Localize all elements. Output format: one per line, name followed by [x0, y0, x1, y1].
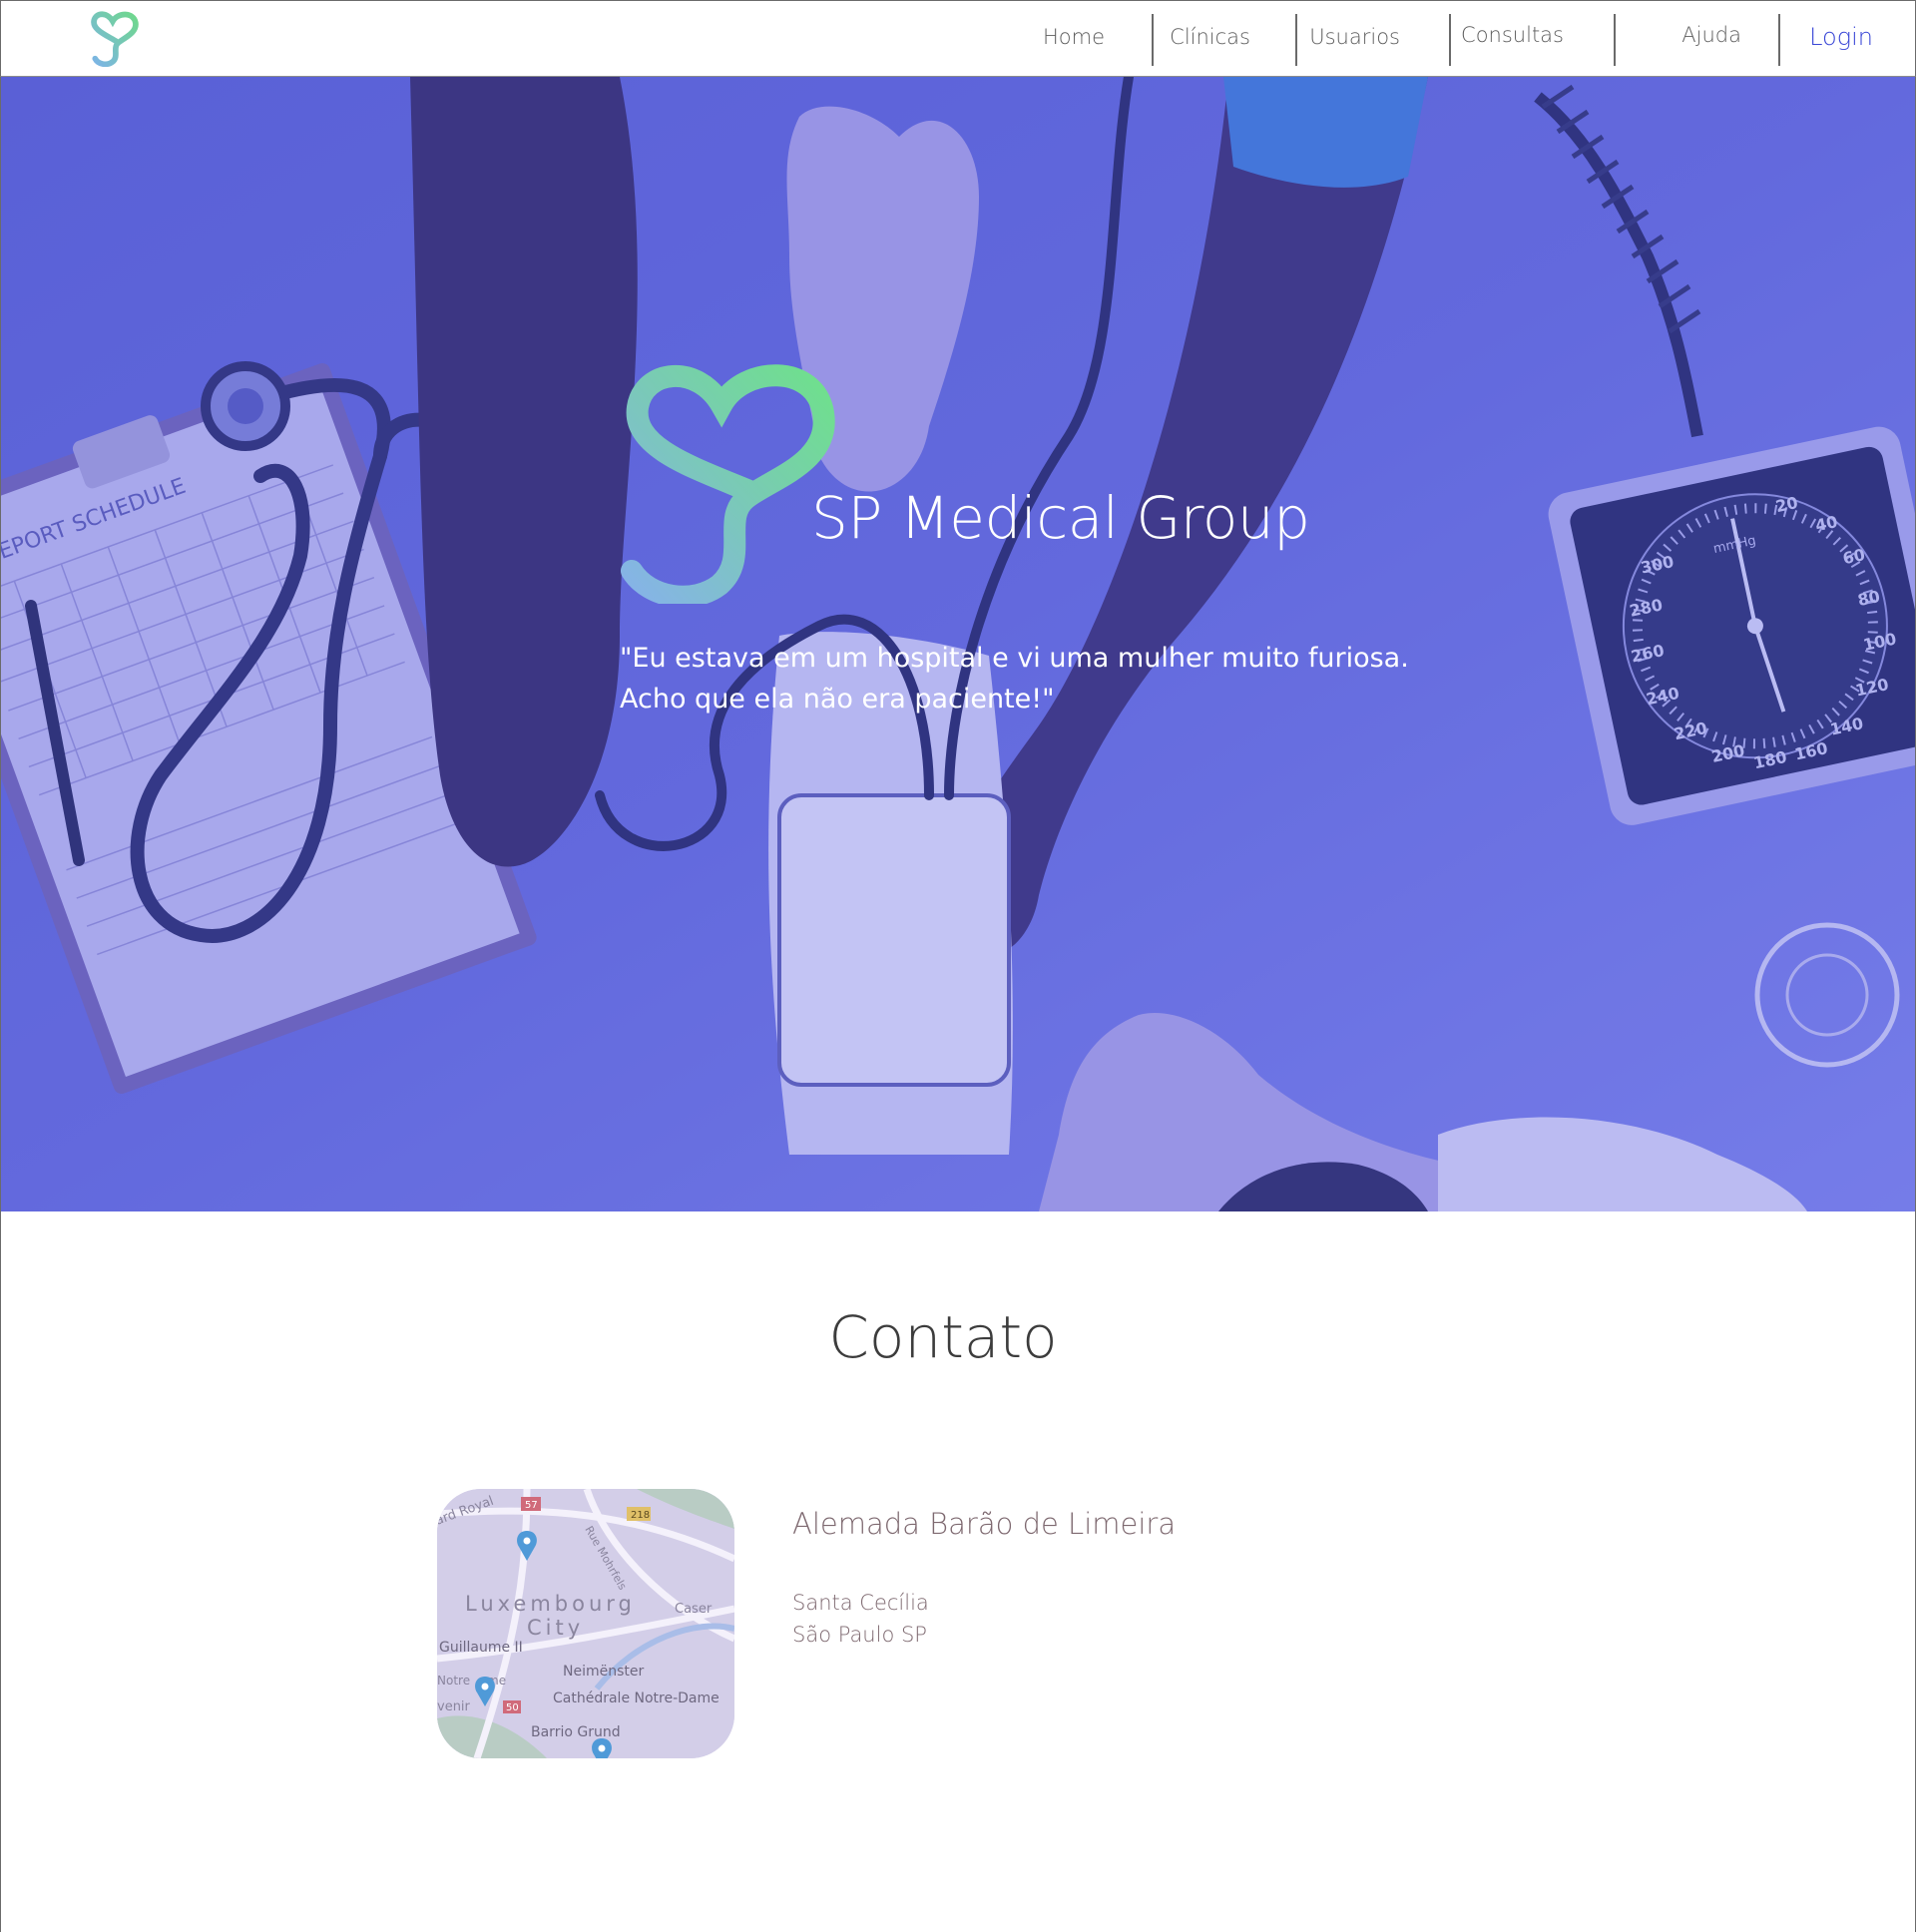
svg-text:Guillaume II: Guillaume II [439, 1640, 523, 1656]
contact-title: Contato [828, 1303, 1058, 1371]
svg-text:218: 218 [631, 1510, 650, 1521]
nav-divider [1614, 14, 1616, 66]
address-city: São Paulo SP [792, 1623, 927, 1647]
contact-section: Contato ard Royal 57 218 Rue Mohrfels Lu… [0, 1211, 1916, 1932]
hero-quote: "Eu estava em um hospital e vi uma mulhe… [620, 638, 1518, 720]
nav-clinicas[interactable]: Clínicas [1170, 25, 1250, 49]
sp-medical-hero-logo-icon [621, 364, 835, 604]
map-thumbnail[interactable]: ard Royal 57 218 Rue Mohrfels Luxembourg… [437, 1489, 734, 1758]
hero-quote-line: Acho que ela não era paciente!" [620, 684, 1055, 715]
hero-title: SP Medical Group [811, 484, 1310, 552]
hero-quote-line: "Eu estava em um hospital e vi uma mulhe… [620, 643, 1409, 674]
login-link[interactable]: Login [1809, 23, 1873, 51]
sp-medical-logo-icon[interactable] [89, 11, 141, 67]
svg-text:Notre: Notre [437, 1674, 470, 1688]
svg-text:57: 57 [525, 1500, 538, 1511]
hero-banner: Y REPORT SCHEDULE [0, 77, 1916, 1211]
nav-usuarios[interactable]: Usuarios [1309, 25, 1400, 49]
svg-text:Barrio Grund: Barrio Grund [531, 1724, 621, 1740]
nav-home[interactable]: Home [1043, 25, 1105, 49]
nav-divider [1449, 14, 1451, 66]
svg-text:Cathédrale Notre-Dame: Cathédrale Notre-Dame [553, 1690, 719, 1706]
address-street: Alemada Barão de Limeira [792, 1507, 1177, 1541]
top-navbar: Home Clínicas Usuarios Consultas Ajuda L… [0, 0, 1916, 77]
nav-ajuda[interactable]: Ajuda [1681, 23, 1741, 47]
svg-text:Neimënster: Neimënster [563, 1664, 644, 1680]
svg-text:50: 50 [506, 1702, 519, 1713]
nav-divider [1295, 14, 1297, 66]
nav-consultas[interactable]: Consultas [1461, 23, 1564, 47]
svg-text:Luxembourg: Luxembourg [465, 1592, 636, 1616]
address-district: Santa Cecília [792, 1591, 929, 1615]
nav-divider [1152, 14, 1154, 66]
svg-text:Caser: Caser [675, 1602, 713, 1617]
nav-divider [1778, 14, 1780, 66]
svg-text:City: City [527, 1616, 584, 1640]
svg-text:venir: venir [437, 1699, 471, 1714]
